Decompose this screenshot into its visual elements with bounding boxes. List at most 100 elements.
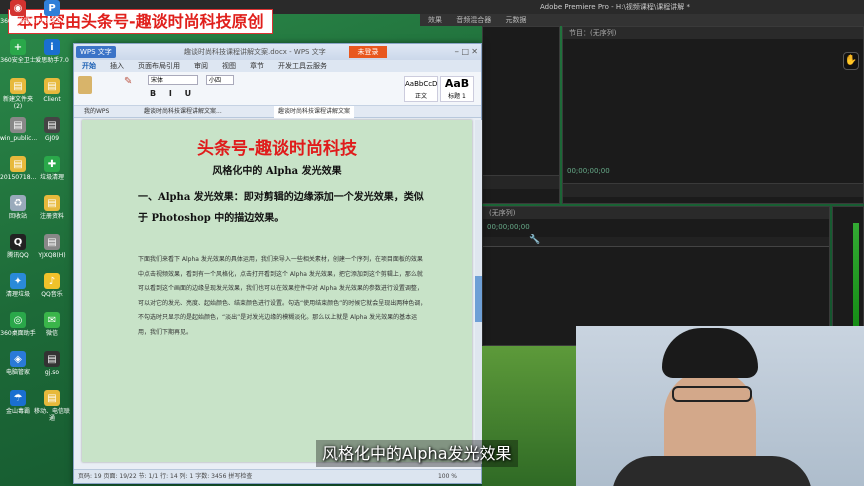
- app-icon: Q: [10, 234, 26, 250]
- ribbon-tab[interactable]: 插入: [110, 60, 124, 72]
- desktop-icon[interactable]: ▤ GJ09: [34, 117, 70, 142]
- document-tab[interactable]: 趣谈时尚科技课程讲解文案...: [144, 106, 222, 118]
- ribbon-tab[interactable]: 引用: [166, 60, 180, 72]
- ribbon-tab[interactable]: 页面布局: [138, 60, 166, 72]
- desktop-icon[interactable]: ✦ 清理垃圾: [0, 273, 36, 298]
- program-timecode: 00;00;00;00: [567, 167, 610, 175]
- desktop-icon-label: 360安全卫士: [0, 57, 36, 64]
- wps-app-button[interactable]: WPS 文字: [76, 46, 116, 58]
- desktop-icon-label: PP助手5.0: [37, 18, 67, 25]
- status-text: 页码: 19 页面: 19/22 节: 1/1 行: 14 列: 1 字数: 3…: [78, 473, 253, 480]
- app-icon: ◎: [10, 312, 26, 328]
- ribbon-tab[interactable]: 云服务: [306, 60, 327, 72]
- desktop-icon[interactable]: P PP助手5.0: [34, 0, 70, 25]
- login-button[interactable]: 未登录: [349, 46, 387, 58]
- presenter-shirt: [612, 456, 812, 486]
- app-icon: ▤: [10, 156, 26, 172]
- desktop-icon[interactable]: ◎ 360桌面助手: [0, 312, 36, 337]
- audio-meter: [832, 206, 864, 346]
- desktop-icon-label: 20150718...: [0, 174, 37, 181]
- desktop-icon-label: gj.so: [44, 369, 60, 376]
- document-page[interactable]: 头条号-趣谈时尚科技 风格化中的 Alpha 发光效果 一、Alpha 发光效果…: [82, 120, 472, 462]
- desktop-icon[interactable]: +360安全卫士: [0, 39, 36, 64]
- timeline-panel: (无序列) 00;00;00;00 🔧: [482, 206, 830, 346]
- desktop-icon-label: 电脑管家: [5, 369, 30, 376]
- desktop-icon-label: Client: [43, 96, 61, 103]
- app-icon: ▤: [10, 78, 26, 94]
- ribbon-tabs: 开始 插入 页面布局 引用 审阅 视图 章节 开发工具 云服务: [74, 60, 481, 72]
- wps-window: WPS 文字 趣谈时尚科技课程讲解文案.docx - WPS 文字 未登录 – …: [73, 43, 482, 484]
- desktop-icon[interactable]: ☂ 金山毒霸: [0, 390, 36, 415]
- timeline-tab[interactable]: (无序列): [483, 207, 829, 219]
- app-icon: ✚: [44, 156, 60, 172]
- desktop-icon[interactable]: ▤ Client: [34, 78, 70, 103]
- app-icon: ✉: [44, 312, 60, 328]
- desktop-icon[interactable]: ▤ YJXQ8(H): [34, 234, 70, 259]
- style-normal[interactable]: AaBbCcD 正文: [404, 76, 438, 102]
- document-tab[interactable]: 趣谈时尚科技课程讲解文案: [274, 106, 355, 118]
- app-icon: ▤: [44, 351, 60, 367]
- minimize-icon[interactable]: –: [455, 44, 460, 60]
- maximize-icon[interactable]: □: [461, 44, 469, 60]
- program-transport[interactable]: [563, 183, 863, 197]
- bold-italic-underline[interactable]: B I U: [150, 89, 196, 98]
- desktop-icon-label: 爱思助手7.0: [35, 57, 69, 64]
- hand-tool-icon[interactable]: ✋: [843, 52, 859, 70]
- desktop-icon-label: 回收站: [8, 213, 27, 220]
- desktop-icon[interactable]: ▤ win_public...: [0, 117, 37, 142]
- desktop-icon-label: 360智能摄像机: [0, 18, 36, 32]
- ribbon-tab[interactable]: 开发工具: [278, 60, 306, 72]
- document-tabs: 我的WPS 趣谈时尚科技课程讲解文案... 趣谈时尚科技课程讲解文案: [74, 106, 481, 118]
- document-tab[interactable]: 我的WPS: [84, 106, 109, 118]
- desktop-icon-label: GJ09: [44, 135, 60, 142]
- style-heading1[interactable]: AaB 标题 1: [440, 76, 474, 102]
- font-size-select[interactable]: 小四: [206, 75, 234, 85]
- desktop-icon[interactable]: ◉ 360智能摄像机: [0, 0, 36, 32]
- desktop-icon[interactable]: ▤ 注册资料: [34, 195, 70, 220]
- desktop-icon[interactable]: ▤ 移动、电信联通: [34, 390, 70, 422]
- desktop-icon[interactable]: ✉ 微信: [34, 312, 70, 337]
- desktop-icon[interactable]: i 爱思助手7.0: [34, 39, 70, 64]
- desktop-icon-label: YJXQ8(H): [38, 252, 66, 259]
- desktop-icon-label: 金山毒霸: [5, 408, 30, 415]
- desktop-icon-label: 微信: [45, 330, 58, 337]
- doc-heading: 头条号-趣谈时尚科技: [196, 139, 358, 159]
- app-icon: ◉: [10, 0, 26, 16]
- ribbon-tab[interactable]: 审阅: [194, 60, 208, 72]
- scrollbar-thumb[interactable]: [475, 276, 482, 322]
- app-icon: ▤: [44, 78, 60, 94]
- app-icon: ▤: [44, 117, 60, 133]
- desktop-icon[interactable]: ▤ gj.so: [34, 351, 70, 376]
- desktop-icon-label: QQ音乐: [41, 291, 63, 298]
- desktop-icon[interactable]: ✚ 垃圾清理: [34, 156, 70, 181]
- ribbon: ✎ 宋体 小四 B I U AaBbCcD 正文 AaB 标题 1: [74, 72, 481, 106]
- format-painter-icon[interactable]: ✎: [124, 76, 132, 87]
- desktop-icon-label: 垃圾清理: [39, 174, 64, 181]
- desktop-icon[interactable]: ♪ QQ音乐: [34, 273, 70, 298]
- desktop-icon[interactable]: ♻ 回收站: [0, 195, 36, 220]
- paste-icon[interactable]: [78, 76, 92, 94]
- ribbon-tab[interactable]: 视图: [222, 60, 236, 72]
- wrench-icon[interactable]: 🔧: [529, 235, 540, 245]
- app-icon: ▤: [10, 117, 26, 133]
- premiere-title: Adobe Premiere Pro - H:\视频课程\课程讲解 *: [540, 3, 690, 11]
- desktop-icon-label: 腾讯QQ: [7, 252, 29, 259]
- app-icon: P: [44, 0, 60, 16]
- webcam-overlay: [576, 326, 864, 486]
- premiere-top-tabs[interactable]: 效果 音频混合器 元数据: [428, 16, 526, 24]
- desktop-icon[interactable]: ▤ 新建文件夹(2): [0, 78, 36, 110]
- program-monitor-tab[interactable]: 节目：(无序列): [563, 27, 863, 39]
- desktop-icon[interactable]: Q 腾讯QQ: [0, 234, 36, 259]
- zoom-level[interactable]: 100 %: [438, 470, 457, 484]
- presenter-hair: [662, 328, 758, 378]
- desktop-icon[interactable]: ◈ 电脑管家: [0, 351, 36, 376]
- desktop-icon[interactable]: ▤ 20150718...: [0, 156, 36, 181]
- close-icon[interactable]: ✕: [471, 44, 478, 60]
- ribbon-tab[interactable]: 章节: [250, 60, 264, 72]
- font-name-select[interactable]: 宋体: [148, 75, 198, 85]
- app-icon: ◈: [10, 351, 26, 367]
- premiere-menu: 效果 音频混合器 元数据: [420, 14, 864, 26]
- ribbon-tab[interactable]: 开始: [82, 60, 96, 72]
- doc-body: 下面我们来看下 Alpha 发光效果的具体运用，我们来导入一些相关素材，创建一个…: [138, 256, 427, 336]
- presenter-glasses: [672, 386, 752, 402]
